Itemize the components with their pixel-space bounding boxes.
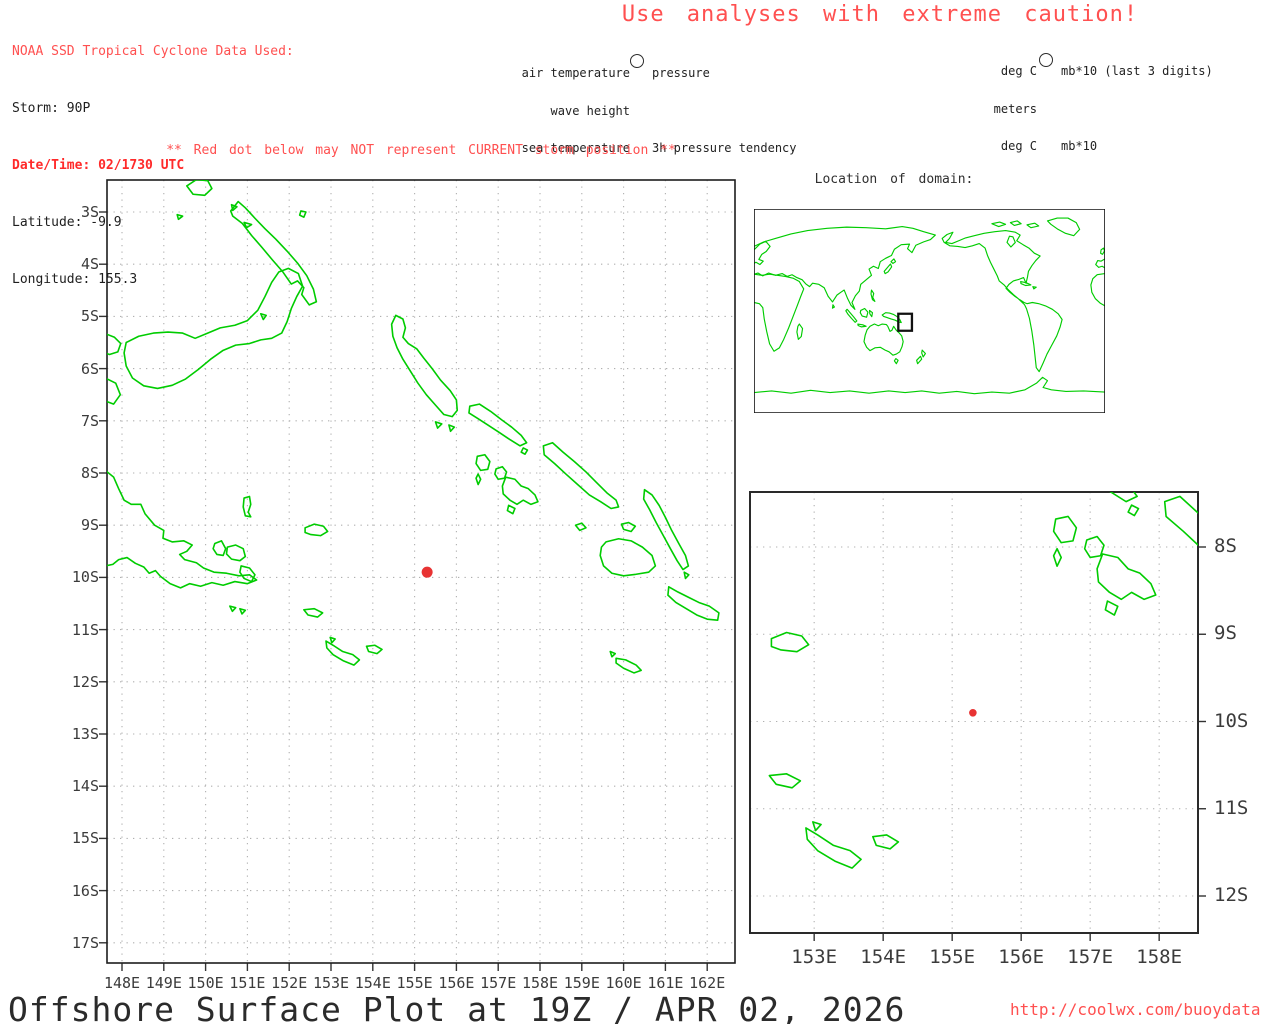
java bbox=[858, 324, 866, 327]
sulawesi bbox=[870, 310, 873, 316]
lat-tick-label: 12S bbox=[71, 672, 99, 691]
lat-tick-label: 15S bbox=[71, 829, 99, 848]
hokkaido bbox=[891, 259, 896, 264]
unit-meters: meters bbox=[993, 101, 1037, 116]
plot-title: Offshore Surface Plot at 19Z / APR 02, 2… bbox=[8, 990, 906, 1024]
unit-degc-sea: deg C bbox=[1000, 139, 1037, 153]
lat-tick-label: 11S bbox=[71, 620, 99, 639]
borneo bbox=[860, 309, 868, 318]
britain bbox=[1101, 248, 1105, 254]
lat-tick-label: 16S bbox=[71, 881, 99, 900]
madagascar bbox=[797, 324, 803, 339]
lat-tick-label: 9S bbox=[80, 516, 99, 535]
storm-id-line: Storm: 90P bbox=[12, 101, 91, 116]
nz-north bbox=[922, 350, 926, 357]
legend-blank-row bbox=[652, 105, 872, 118]
lon-tick-label: 154E bbox=[860, 946, 907, 968]
lon-tick-label: 158E bbox=[1136, 946, 1183, 968]
legend-units-left: deg C meters deg C bbox=[930, 40, 1037, 178]
legend-plot-left: air temperature wave height sea temperat… bbox=[440, 42, 630, 180]
lon-tick-label: 156E bbox=[998, 946, 1045, 968]
storm-position-warning: ** Red dot below may NOT represent CURRE… bbox=[166, 143, 676, 158]
lat-tick-label: 10S bbox=[1214, 709, 1249, 732]
station-circle-icon bbox=[630, 54, 644, 68]
lat-tick-label: 9S bbox=[1214, 622, 1237, 645]
antarctica-coast bbox=[754, 377, 1105, 393]
africa-east bbox=[754, 274, 804, 351]
legend-units-right: mb*10 (last 3 digits) mb*10 bbox=[1061, 40, 1280, 178]
main-map-gridlines bbox=[107, 180, 735, 963]
africa-west bbox=[1091, 274, 1105, 306]
legend-air-temperature: air temperature bbox=[521, 66, 630, 80]
source-url-link[interactable]: http://coolwx.com/buoydata bbox=[1010, 1000, 1260, 1019]
caution-headline: Use analyses with extreme caution! bbox=[621, 2, 1139, 27]
lat-tick-label: 8S bbox=[1214, 535, 1237, 557]
legend-plot-right: pressure 3h pressure tendency bbox=[652, 42, 872, 180]
legend-pressure: pressure bbox=[652, 66, 710, 80]
arctic-island-2 bbox=[1010, 221, 1021, 226]
unit-degc-air: deg C bbox=[1000, 64, 1037, 78]
hispaniola bbox=[1033, 287, 1036, 289]
lat-tick-label: 13S bbox=[71, 725, 99, 743]
lat-tick-label: 8S bbox=[80, 464, 99, 482]
lon-tick-label: 153E bbox=[791, 946, 838, 968]
honshu bbox=[884, 264, 892, 274]
storm-dot bbox=[969, 708, 977, 717]
unit-mb10: mb*10 bbox=[1061, 139, 1098, 153]
lat-tick-label: 14S bbox=[71, 777, 99, 796]
eurasia-coast bbox=[754, 227, 935, 310]
lat-tick-label: 6S bbox=[80, 359, 99, 378]
legend-wave-height: wave height bbox=[550, 103, 630, 118]
lat-tick-label: 7S bbox=[80, 411, 99, 430]
lat-tick-label: 3S bbox=[80, 203, 99, 221]
buoy-plot-page: NOAA SSD Tropical Cyclone Data Used: Sto… bbox=[0, 0, 1280, 1024]
hudson-bay bbox=[1007, 236, 1015, 247]
philippines bbox=[871, 290, 875, 301]
station-circle-icon bbox=[1039, 53, 1053, 67]
greenland bbox=[1047, 218, 1079, 236]
arctic-island-3 bbox=[1027, 223, 1039, 228]
zoom-map: 153E 154E 155E 156E 157E 158E 8S 9S 10S 11S 12S bbox=[740, 482, 1280, 982]
tasmania bbox=[894, 359, 898, 364]
sri-lanka bbox=[832, 305, 834, 308]
sumatra bbox=[846, 309, 857, 322]
unit-mb10-last3: mb*10 (last 3 digits) bbox=[1061, 64, 1213, 78]
lat-tick-label: 17S bbox=[71, 933, 99, 952]
lat-tick-label: 4S bbox=[80, 255, 99, 274]
lon-tick-label: 157E bbox=[1067, 946, 1114, 968]
iberia bbox=[1096, 259, 1105, 268]
lat-tick-label: 10S bbox=[71, 568, 99, 587]
main-map: 148E 149E 150E 151E 152E 153E 154E 155E 156E 157E… bbox=[72, 170, 745, 992]
arctic-island-1 bbox=[992, 222, 1006, 227]
noaa-data-line: NOAA SSD Tropical Cyclone Data Used: bbox=[12, 44, 294, 59]
storm-dot bbox=[421, 566, 433, 578]
lat-tick-label: 5S bbox=[80, 307, 99, 326]
americas-coast bbox=[942, 231, 1062, 372]
lon-tick-label: 155E bbox=[929, 946, 976, 968]
zoom-map-ticks bbox=[813, 546, 1206, 941]
main-map-frame bbox=[106, 179, 736, 964]
main-map-ticks bbox=[99, 211, 708, 971]
lat-tick-label: 11S bbox=[1214, 796, 1249, 819]
legend-blank-row bbox=[1061, 103, 1280, 116]
world-inset-map bbox=[754, 209, 1105, 413]
inset-title: Location of domain: bbox=[814, 172, 974, 187]
lat-tick-label: 12S bbox=[1214, 884, 1249, 906]
nz-south bbox=[917, 356, 922, 363]
